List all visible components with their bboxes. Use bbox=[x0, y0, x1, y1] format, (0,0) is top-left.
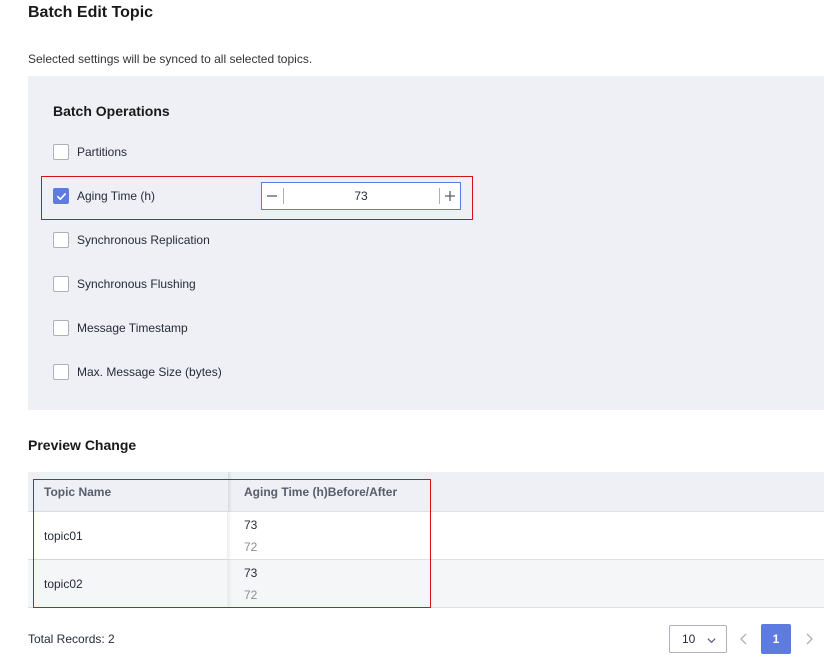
value-after: 73 bbox=[244, 565, 258, 580]
page-size-select[interactable]: 10 bbox=[669, 625, 727, 653]
op-sync-flushing[interactable]: Synchronous Flushing bbox=[53, 275, 196, 293]
page-title: Batch Edit Topic bbox=[28, 4, 154, 21]
op-max-message-size[interactable]: Max. Message Size (bytes) bbox=[53, 363, 222, 381]
total-records: Total Records: 2 bbox=[28, 632, 115, 646]
preview-table: Topic Name Aging Time (h)Before/After to… bbox=[28, 472, 824, 608]
op-message-timestamp[interactable]: Message Timestamp bbox=[53, 319, 188, 337]
batch-operations-title: Batch Operations bbox=[53, 103, 170, 119]
message-timestamp-checkbox[interactable] bbox=[53, 320, 69, 336]
plus-icon bbox=[444, 191, 455, 201]
sync-flushing-checkbox[interactable] bbox=[53, 276, 69, 292]
value-after: 73 bbox=[244, 517, 258, 532]
table-row: topic02 73 72 bbox=[28, 560, 824, 608]
op-label: Synchronous Flushing bbox=[77, 277, 196, 291]
op-partitions[interactable]: Partitions bbox=[53, 143, 127, 161]
table-header: Topic Name Aging Time (h)Before/After bbox=[28, 472, 824, 512]
aging-time-input[interactable] bbox=[283, 183, 439, 209]
partitions-checkbox[interactable] bbox=[53, 144, 69, 160]
op-label: Message Timestamp bbox=[77, 321, 188, 335]
chevron-right-icon[interactable] bbox=[803, 631, 815, 647]
column-header-topic-name[interactable]: Topic Name bbox=[28, 485, 228, 499]
aging-time-checkbox[interactable] bbox=[53, 188, 69, 204]
aging-time-cell: 73 72 bbox=[228, 560, 824, 607]
op-label: Synchronous Replication bbox=[77, 233, 210, 247]
page-number-current[interactable]: 1 bbox=[761, 624, 791, 654]
op-label: Partitions bbox=[77, 145, 128, 159]
decrement-button[interactable] bbox=[262, 183, 283, 209]
op-label: Aging Time (h) bbox=[77, 189, 156, 203]
value-before: 72 bbox=[244, 587, 258, 602]
increment-button[interactable] bbox=[439, 183, 460, 209]
minus-icon bbox=[267, 195, 278, 197]
column-divider bbox=[228, 472, 232, 511]
page-size-value: 10 bbox=[682, 632, 696, 646]
topic-name-cell: topic02 bbox=[28, 560, 228, 607]
page-subtitle: Selected settings will be synced to all … bbox=[28, 52, 313, 66]
chevron-left-icon[interactable] bbox=[738, 631, 750, 647]
aging-time-stepper[interactable] bbox=[261, 182, 461, 210]
batch-operations-panel: Batch Operations Partitions Aging Time (… bbox=[28, 76, 824, 410]
topic-name-cell: topic01 bbox=[28, 512, 228, 559]
op-sync-replication[interactable]: Synchronous Replication bbox=[53, 231, 210, 249]
sync-replication-checkbox[interactable] bbox=[53, 232, 69, 248]
value-before: 72 bbox=[244, 539, 258, 554]
checkmark-icon bbox=[56, 192, 66, 200]
table-row: topic01 73 72 bbox=[28, 512, 824, 560]
max-message-size-checkbox[interactable] bbox=[53, 364, 69, 380]
aging-time-cell: 73 72 bbox=[228, 512, 824, 559]
preview-change-title: Preview Change bbox=[28, 437, 137, 453]
op-aging-time[interactable]: Aging Time (h) bbox=[53, 187, 155, 205]
column-header-aging-time[interactable]: Aging Time (h)Before/After bbox=[228, 485, 824, 499]
op-label: Max. Message Size (bytes) bbox=[77, 365, 222, 379]
chevron-down-icon bbox=[707, 638, 716, 644]
